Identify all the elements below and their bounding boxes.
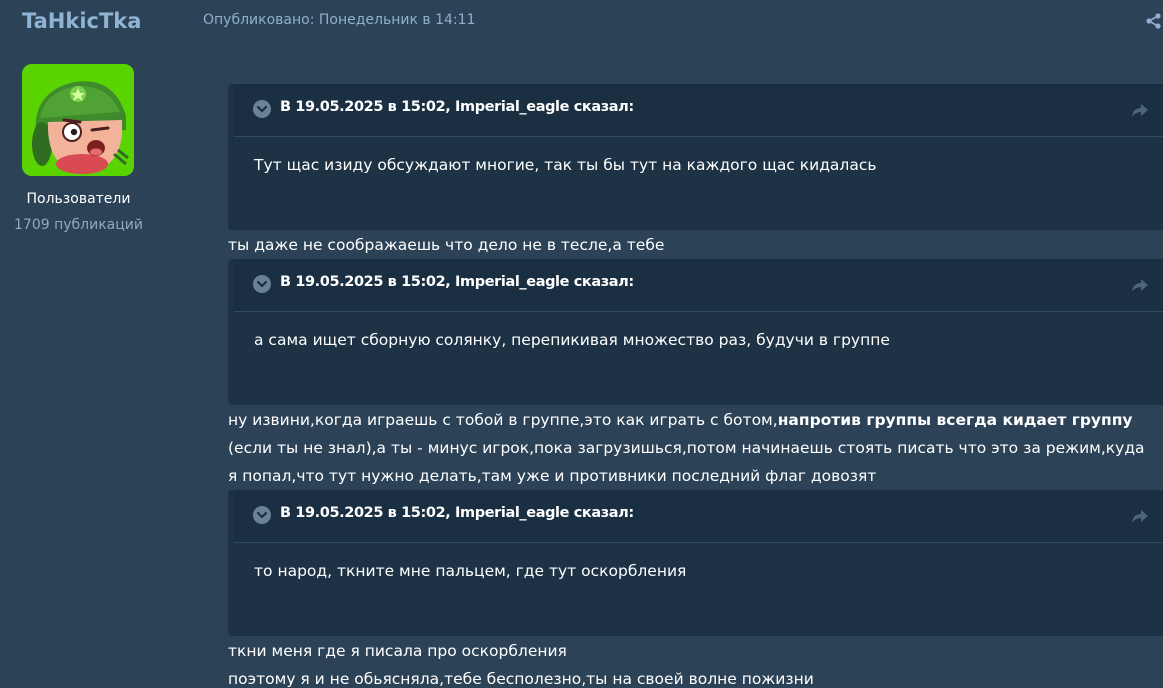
quote-block: В 19.05.2025 в 15:02, Imperial_eagle ска…: [228, 84, 1163, 230]
reply-text: поэтому я и не обьясняла,тебе бесполезно…: [228, 670, 814, 688]
forward-arrow-icon[interactable]: [1131, 102, 1149, 118]
quote-text: Тут щас изиду обсуждают многие, так ты б…: [254, 156, 877, 174]
forward-arrow-icon[interactable]: [1131, 277, 1149, 293]
quote-citation: В 19.05.2025 в 15:02, Imperial_eagle ска…: [280, 274, 634, 290]
author-username[interactable]: TaHkicTka: [22, 9, 141, 33]
reply-bold-text: напротив группы всегда кидает группу: [777, 411, 1133, 429]
quote-header: В 19.05.2025 в 15:02, Imperial_eagle ска…: [234, 259, 1163, 312]
reply-text: ну извини,когда играешь с тобой в группе…: [228, 411, 1133, 429]
reply-text: я попал,что тут нужно делать,там уже и п…: [228, 467, 877, 485]
published-date[interactable]: Опубликовано: Понедельник в 14:11: [203, 12, 475, 28]
quote-citation: В 19.05.2025 в 15:02, Imperial_eagle ска…: [280, 505, 634, 521]
chevron-down-icon[interactable]: [253, 275, 271, 293]
chevron-down-icon[interactable]: [253, 100, 271, 118]
user-group: Пользователи: [26, 191, 131, 207]
quote-header: В 19.05.2025 в 15:02, Imperial_eagle ска…: [234, 84, 1163, 137]
quote-block: В 19.05.2025 в 15:02, Imperial_eagle ска…: [228, 259, 1163, 405]
quote-text: а сама ищет сборную солянку, перепикивая…: [254, 331, 890, 349]
reply-text-segment: ну извини,когда играешь с тобой в группе…: [228, 411, 778, 429]
avatar[interactable]: [22, 64, 134, 176]
reply-text: (если ты не знал),а ты - минус игрок,пок…: [228, 439, 1145, 457]
reply-text: ты даже не соображаешь что дело не в тес…: [228, 236, 665, 254]
quote-block: В 19.05.2025 в 15:02, Imperial_eagle ска…: [228, 490, 1163, 636]
forward-arrow-icon[interactable]: [1131, 508, 1149, 524]
reply-text: ткни меня где я писала про оскорбления: [228, 642, 567, 660]
quote-text: то народ, ткните мне пальцем, где тут ос…: [254, 562, 687, 580]
post-count: 1709 публикаций: [14, 217, 143, 233]
quote-header: В 19.05.2025 в 15:02, Imperial_eagle ска…: [234, 490, 1163, 543]
share-icon[interactable]: [1145, 12, 1163, 30]
chevron-down-icon[interactable]: [253, 506, 271, 524]
quote-citation: В 19.05.2025 в 15:02, Imperial_eagle ска…: [280, 99, 634, 115]
